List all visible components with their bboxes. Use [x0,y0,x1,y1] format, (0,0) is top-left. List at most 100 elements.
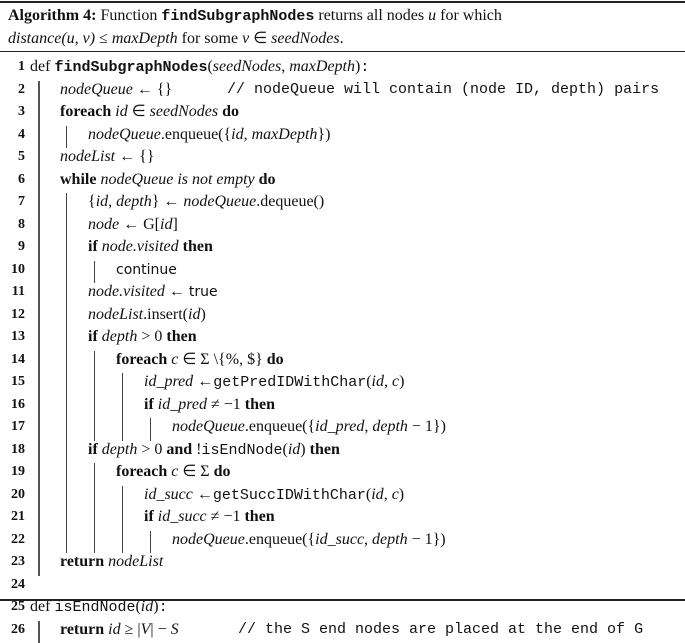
code-token: if [88,238,102,255]
code-token: maxDepth [289,58,355,75]
block-indent-bar [38,148,40,171]
block-indent-bar [150,418,151,441]
code-token: getPredIDWithChar [213,374,366,391]
block-indent-bar [122,508,123,531]
block-indent-bar [150,531,151,554]
code-token: ) [200,306,205,323]
algorithm-line: 15id_pred ←getPredIDWithChar(id, c) [0,371,685,393]
block-indent-bar [38,508,40,531]
block-indent-bar [38,351,40,374]
code-text: continue [116,259,177,281]
code-text: if node.visited then [88,236,213,258]
code-token: ← [165,283,189,300]
code-token: S [171,621,179,638]
code-token: isEndNode [54,599,135,616]
code-token: nodeQueue [172,418,245,435]
line-number: 12 [3,304,25,326]
code-text: nodeQueue.enqueue({id_pred, depth − 1}) [172,416,446,438]
line-number: 21 [3,506,25,528]
algorithm-line: 8node ← G[id] [0,214,685,236]
block-indent-bar [94,531,95,554]
algorithm-line: 17 nodeQueue.enqueue({id_pred, depth − 1}… [0,416,685,438]
code-token: seedNodes [150,103,218,120]
code-token: c [392,486,399,503]
code-token: maxDepth [252,126,318,143]
block-indent-bar [66,396,67,419]
algorithm-line: 3foreach id ∈ seedNodes do [0,101,685,123]
line-number: 20 [3,484,25,506]
caption-var: u [428,7,436,24]
block-indent-bar [94,486,95,509]
block-indent-bar [38,126,40,149]
algorithm-label: Algorithm 4: [8,7,96,24]
code-text: node ← G[id] [88,214,178,236]
line-number: 17 [3,416,25,438]
line-number: 1 [3,56,25,78]
code-token: id_succ [158,508,207,525]
code-token: nodeQueue [172,531,245,548]
algorithm-line: 1def findSubgraphNodes(seedNodes, maxDep… [0,56,685,78]
algorithm-line: 16if id_pred ≠ −1 then [0,394,685,416]
code-token: nodeList [108,553,163,570]
code-token: do [255,171,276,188]
block-indent-bar [38,283,40,306]
code-token: id_succ [144,486,193,503]
block-indent-bar [38,621,40,643]
top-rule [0,1,685,3]
code-token: id [371,486,383,503]
code-token: depth [102,441,138,458]
code-token: nodeList [88,306,143,323]
algorithm-line: 6while nodeQueue is not empty do [0,169,685,191]
code-token: do [214,463,231,480]
block-indent-bar [122,531,123,554]
code-token: ∈ Σ [178,463,213,480]
code-text: if id_pred ≠ −1 then [144,394,275,416]
line-number: 15 [3,371,25,393]
algorithm-line: 26return id ≥ |V| − S// the S end nodes … [0,619,685,641]
code-token: ← [193,486,213,503]
code-token: }) [317,126,330,143]
caption-text: for which [436,7,502,24]
code-token: foreach [116,351,171,368]
block-indent-bar [38,171,40,194]
caption-text: returns all nodes [314,7,428,24]
block-indent-bar [38,238,40,261]
code-token: ≠ −1 [207,396,241,413]
code-text: foreach c ∈ Σ do [116,461,231,483]
caption-text: Function [96,7,161,24]
code-token: foreach [116,463,171,480]
algorithm-line: 7{id, depth} ← nodeQueue.dequeue() [0,191,685,213]
code-token: : [360,59,369,76]
code-token: nodeQueue is not empty [100,171,254,188]
code-token: id [188,306,200,323]
code-text: id_succ ←getSuccIDWithChar(id, c) [144,484,404,507]
code-token: ) [399,486,404,503]
caption-var: distance [8,30,61,47]
block-indent-bar [38,373,40,396]
line-number: 11 [3,281,25,303]
line-number: 13 [3,326,25,348]
code-token: − 1}) [408,418,446,435]
block-indent-bar [94,508,95,531]
code-token: depth [102,328,138,345]
line-number: 14 [3,349,25,371]
code-token: then [240,508,274,525]
caption-var: (u, v) [61,30,95,47]
line-number: 24 [3,574,25,596]
code-token: ← {} [133,81,172,98]
code-token: > 0 [137,441,166,458]
code-token: ← [193,373,213,390]
block-indent-bar [38,553,40,576]
algorithm-line: 14foreach c ∈ Σ \{%, $} do [0,349,685,371]
code-token: id [160,216,172,233]
code-token: ∈ Σ \{%, $} [178,351,262,368]
block-indent-bar [66,216,67,239]
block-indent-bar [94,261,95,284]
code-token: def [30,58,54,75]
code-token: : [159,599,168,616]
line-number: 23 [3,551,25,573]
block-indent-bar [38,463,40,486]
block-indent-bar [38,531,40,554]
block-indent-bar [66,486,67,509]
code-token: then [162,328,196,345]
